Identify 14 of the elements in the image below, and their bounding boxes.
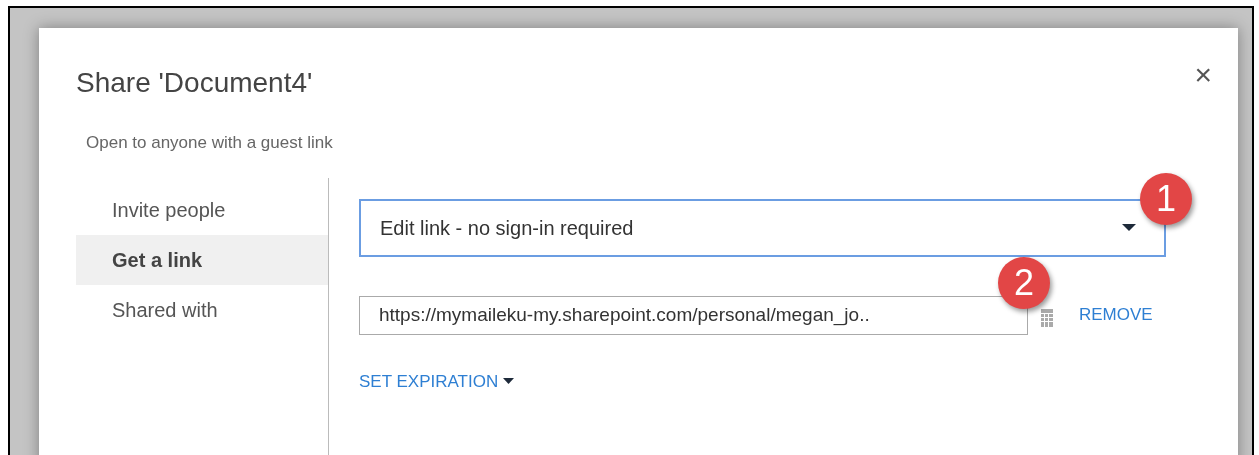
callout-badge: 1 [1140, 172, 1192, 225]
nav-tab[interactable]: Shared with [76, 284, 328, 335]
set-expiration-link[interactable]: SET EXPIRATION [359, 368, 515, 394]
caret-icon [503, 378, 515, 385]
remove-link[interactable]: REMOVE [1079, 302, 1153, 328]
link-url-field[interactable]: https://mymaileku-my.sharepoint.com/personal/megan_jo.. [359, 295, 1028, 335]
nav-tab[interactable]: Get a link [76, 234, 328, 285]
callout-badge: 2 [998, 256, 1050, 309]
close-button[interactable]: × [1194, 58, 1212, 92]
caret-icon [1122, 223, 1136, 232]
dialog-title: Share 'Document4' [76, 66, 313, 100]
nav-tab[interactable]: Invite people [76, 184, 328, 235]
grid-icon[interactable] [1041, 309, 1053, 327]
sharing-status-text: Open to anyone with a guest link [85, 132, 334, 154]
